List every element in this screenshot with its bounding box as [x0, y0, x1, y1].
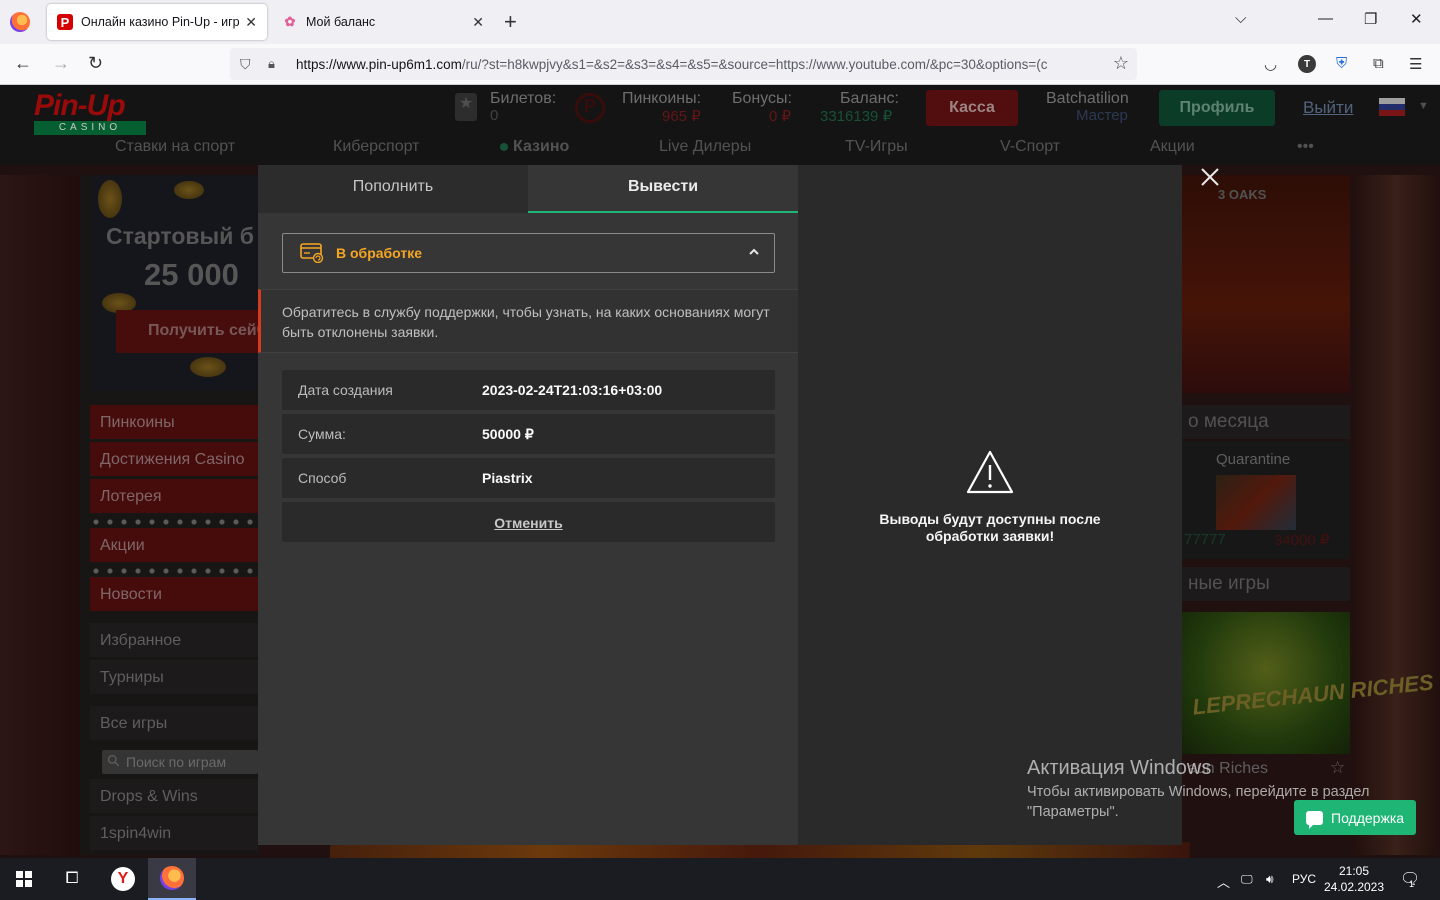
warning-line-2: обработки заявки! [925, 528, 1055, 544]
row-value: Piastrix [482, 470, 533, 486]
reload-icon[interactable]: ↻ [88, 53, 103, 74]
flower-favicon-icon: ✿ [284, 14, 296, 29]
warning-line-1: Выводы будут доступны после [879, 511, 1101, 527]
chevron-up-icon[interactable] [748, 244, 760, 260]
window-close-icon[interactable]: ✕ [1410, 10, 1423, 28]
forward-arrow-icon[interactable]: → [52, 53, 70, 74]
tab-title: Мой баланс [306, 15, 376, 29]
account-avatar-icon[interactable]: T [1298, 55, 1316, 73]
windows-taskbar: ⧠ Y ︿ 🖵︎ 🔊︎ РУС 21:05 24.02.2023 🗨︎ 1 [0, 858, 1440, 900]
new-tab-plus-icon[interactable]: + [504, 9, 517, 35]
close-tab-icon[interactable]: ✕ [245, 14, 257, 31]
bookmark-star-icon[interactable]: ☆ [1113, 53, 1129, 74]
support-chat-button[interactable]: Поддержка [1294, 800, 1416, 835]
tray-chevron-icon[interactable]: ︿ [1217, 872, 1230, 891]
cancel-withdrawal-link[interactable]: Отменить [494, 515, 562, 531]
firefox-taskbar-icon[interactable] [148, 858, 196, 900]
row-label: Способ [298, 470, 347, 486]
pocket-icon[interactable]: ◡ [1264, 55, 1277, 73]
back-arrow-icon[interactable]: ← [14, 53, 32, 74]
volume-icon[interactable]: 🔊︎ [1266, 872, 1274, 887]
row-label: Сумма: [298, 426, 346, 442]
browser-tab-bar: P Онлайн казино Pin-Up - игровые ✕ ✿ Мой… [0, 0, 1440, 44]
url-bar[interactable]: ⛉ 🔒︎ https://www.pin-up6m1.com/ru/?st=h8… [230, 48, 1137, 80]
status-dropdown[interactable]: В обработке [282, 233, 775, 273]
url-path: /ru/?st=h8kwpjvy&s1=&s2=&s3=&s4=&s5=&sou… [461, 56, 1048, 72]
tab-withdraw[interactable]: Вывести [528, 165, 798, 213]
info-row-amount: Сумма: 50000 ₽ [282, 414, 775, 454]
start-windows-icon[interactable] [0, 858, 48, 900]
extensions-puzzle-icon[interactable]: ⧉ [1373, 55, 1384, 72]
modal-tabs: Пополнить Вывести [258, 165, 798, 213]
notification-count: 1 [1409, 879, 1415, 889]
warning-message: Выводы будут доступны после обработки за… [798, 511, 1182, 545]
row-value: 2023-02-24T21:03:16+03:00 [482, 382, 663, 398]
card-processing-icon [300, 243, 324, 263]
tab-pinup-casino[interactable]: P Онлайн казино Pin-Up - игровые ✕ [47, 4, 267, 40]
restore-icon[interactable]: ❐ [1364, 10, 1377, 28]
chat-bubble-icon [1306, 810, 1323, 829]
url-text[interactable]: https://www.pin-up6m1.com/ru/?st=h8kwpjv… [296, 57, 1096, 72]
minimize-icon[interactable]: — [1318, 10, 1333, 27]
system-clock[interactable]: 21:05 24.02.2023 [1322, 863, 1386, 895]
info-row-created: Дата создания 2023-02-24T21:03:16+03:00 [282, 370, 775, 410]
lock-icon[interactable]: 🔒︎ [268, 56, 282, 72]
withdraw-info-panel: Выводы будут доступны после обработки за… [798, 165, 1182, 845]
clock-date: 24.02.2023 [1323, 880, 1385, 894]
close-tab-icon[interactable]: ✕ [472, 14, 484, 31]
tab-my-balance[interactable]: ✿ Мой баланс ✕ [272, 4, 494, 40]
modal-close-icon[interactable] [1198, 166, 1222, 190]
support-label: Поддержка [1331, 809, 1405, 826]
tracking-shield-icon[interactable]: ⛉ [240, 56, 256, 73]
warning-block: Выводы будут доступны после обработки за… [798, 449, 1182, 545]
clock-time: 21:05 [1338, 864, 1370, 878]
browser-nav-bar: ← → ↻ ⛉ 🔒︎ https://www.pin-up6m1.com/ru/… [0, 44, 1440, 85]
task-view-icon[interactable]: ⧠ [48, 858, 96, 900]
withdraw-modal: Пополнить Вывести В обработке Обратитесь… [258, 165, 798, 845]
url-host: https://www.pin-up6m1.com [296, 56, 462, 72]
cancel-row: Отменить [282, 502, 775, 542]
row-value: 50000 ₽ [482, 426, 534, 442]
shield-extension-icon[interactable]: ⛨ [1336, 55, 1347, 72]
info-row-method: Способ Piastrix [282, 458, 775, 498]
support-notice: Обратитесь в службу поддержки, чтобы узн… [258, 289, 798, 353]
activation-line-1: Чтобы активировать Windows, перейдите в … [1027, 784, 1370, 800]
app-menu-icon[interactable]: ☰ [1409, 55, 1422, 73]
tab-deposit[interactable]: Пополнить [258, 165, 528, 213]
warning-triangle-icon [798, 449, 1182, 495]
windows-activation-title: Активация Windows [1027, 757, 1212, 779]
status-label: В обработке [336, 245, 423, 261]
yandex-browser-icon[interactable]: Y [98, 858, 148, 900]
language-indicator[interactable]: РУС [1292, 872, 1316, 886]
firefox-icon[interactable] [10, 12, 30, 32]
row-label: Дата создания [298, 382, 393, 398]
tab-list-chevron-icon[interactable]: ⌵ [1235, 10, 1246, 27]
tab-title: Онлайн казино Pin-Up - игровые [81, 15, 240, 29]
network-icon[interactable]: 🖵︎ [1241, 872, 1253, 887]
pinup-favicon-icon: P [57, 14, 73, 30]
